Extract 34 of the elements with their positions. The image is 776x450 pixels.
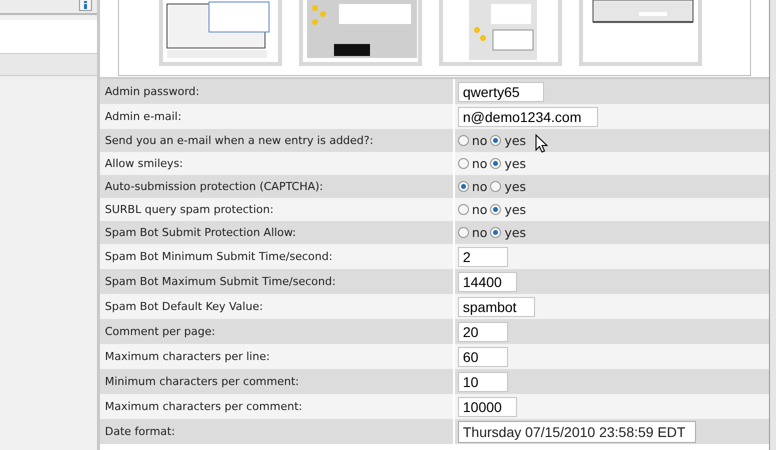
text-field[interactable]: 10 bbox=[458, 372, 508, 392]
radio-icon[interactable] bbox=[490, 158, 502, 169]
radio-icon[interactable] bbox=[490, 204, 502, 215]
radio-option[interactable]: no bbox=[458, 133, 488, 148]
radio-icon[interactable] bbox=[490, 181, 502, 192]
radio-icon[interactable] bbox=[458, 227, 469, 238]
radio-icon[interactable] bbox=[458, 204, 469, 215]
radio-option[interactable]: no bbox=[458, 179, 488, 194]
radio-option[interactable]: no bbox=[458, 225, 488, 240]
radio-icon[interactable] bbox=[490, 135, 502, 146]
radio-option[interactable]: yes bbox=[490, 156, 526, 171]
radio-option[interactable]: yes bbox=[490, 179, 526, 194]
text-field[interactable]: spambot bbox=[458, 296, 535, 316]
radio-option[interactable]: no bbox=[458, 156, 488, 171]
text-field[interactable]: qwerty65 bbox=[458, 82, 544, 102]
radio-option[interactable]: yes bbox=[490, 202, 526, 217]
setting-label: Date format: bbox=[100, 419, 455, 444]
radio-option[interactable]: yes bbox=[490, 225, 526, 240]
text-field[interactable]: 20 bbox=[458, 322, 508, 342]
date-format-dropdown[interactable]: Thursday 07/15/2010 23:58:59 EDT bbox=[458, 420, 696, 442]
scrollbar[interactable] bbox=[769, 0, 776, 450]
radio-icon[interactable] bbox=[458, 181, 469, 192]
radio-option[interactable]: yes bbox=[490, 133, 526, 148]
radio-icon[interactable] bbox=[490, 227, 502, 238]
radio-icon[interactable] bbox=[458, 135, 469, 146]
radio-icon[interactable] bbox=[458, 158, 469, 169]
text-field[interactable]: 10000 bbox=[458, 396, 517, 416]
text-field[interactable]: 14400 bbox=[458, 272, 517, 292]
help-button[interactable] bbox=[78, 0, 92, 11]
text-field[interactable]: 60 bbox=[458, 346, 508, 366]
radio-option[interactable]: no bbox=[458, 202, 488, 217]
text-field[interactable]: n@demo1234.com bbox=[458, 106, 598, 126]
text-field[interactable]: 2 bbox=[458, 246, 508, 266]
info-icon bbox=[84, 1, 87, 9]
